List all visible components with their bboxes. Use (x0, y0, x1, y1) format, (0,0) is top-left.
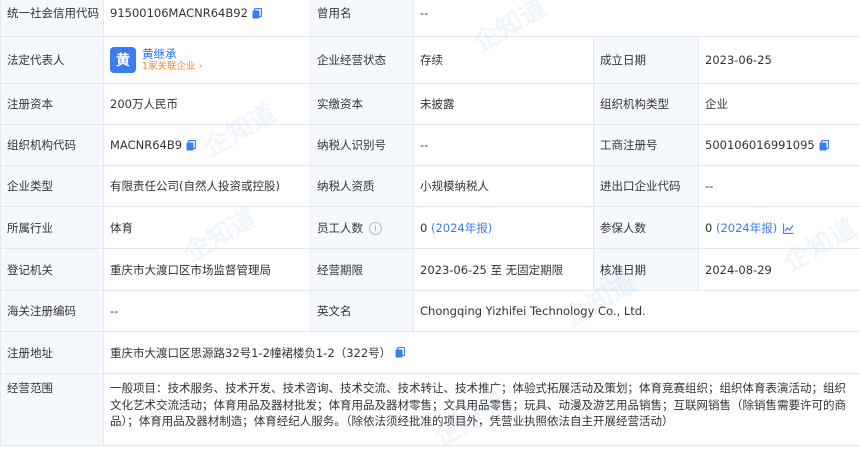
value-business-scope: 一般项目：技术服务、技术开发、技术咨询、技术交流、技术转让、技术推广；体验式拓展… (110, 380, 860, 430)
value-operating-status: 存续 (414, 37, 594, 84)
label-taxpayer-id: 纳税人识别号 (311, 125, 414, 166)
label-employee-count: 员工人数 (317, 221, 363, 235)
label-business-scope: 经营范围 (1, 374, 104, 446)
value-registration-authority: 重庆市大渡口区市场监督管理局 (104, 249, 311, 291)
value-org-type: 企业 (699, 84, 860, 125)
info-row: 注册地址 重庆市大渡口区思源路32号1-2幢裙楼负1-2（322号） (1, 332, 860, 374)
value-business-reg-no: 500106016991095 (705, 138, 815, 152)
label-company-type: 企业类型 (1, 166, 104, 207)
label-legal-rep: 法定代表人 (1, 37, 104, 84)
label-org-type: 组织机构类型 (594, 84, 699, 125)
label-former-name: 曾用名 (311, 0, 414, 37)
label-operating-status: 企业经营状态 (311, 37, 414, 84)
value-insured-count-cell: 0 (2024年报) (699, 207, 860, 249)
value-business-term: 2023-06-25 至 无固定期限 (414, 249, 594, 291)
value-customs-code: -- (104, 291, 311, 332)
value-paid-capital: 未披露 (414, 84, 594, 125)
value-employee-count-cell: 0 (2024年报) (414, 207, 594, 249)
label-approval-date: 核准日期 (594, 249, 699, 291)
value-taxpayer-qualification: 小规模纳税人 (414, 166, 594, 207)
label-customs-code: 海关注册编码 (1, 291, 104, 332)
value-employee-count: 0 (420, 221, 427, 235)
value-industry: 体育 (104, 207, 311, 249)
copy-icon[interactable] (186, 140, 196, 152)
trend-chart-icon[interactable] (783, 221, 794, 235)
value-registered-address: 重庆市大渡口区思源路32号1-2幢裙楼负1-2（322号） (110, 346, 391, 360)
info-row: 法定代表人 黄 黄继承 1家关联企业 › 企业经营状态 存续 成立日期 2023… (1, 37, 860, 84)
label-english-name: 英文名 (311, 291, 414, 332)
label-credit-code: 统一社会信用代码 (1, 0, 104, 37)
value-insured-count: 0 (705, 221, 712, 235)
label-registered-address: 注册地址 (1, 332, 104, 374)
info-row: 经营范围 一般项目：技术服务、技术开发、技术咨询、技术交流、技术转让、技术推广；… (1, 374, 860, 446)
label-import-export-code: 进出口企业代码 (594, 166, 699, 207)
copy-icon[interactable] (395, 347, 405, 359)
value-approval-date: 2024-08-29 (699, 249, 860, 291)
label-insured-count: 参保人数 (594, 207, 699, 249)
label-registered-capital: 注册资本 (1, 84, 104, 125)
value-taxpayer-id: -- (414, 125, 594, 166)
value-import-export-code: -- (699, 166, 860, 207)
value-company-type: 有限责任公司(自然人投资或控股) (104, 166, 311, 207)
label-business-reg-no: 工商注册号 (594, 125, 699, 166)
value-business-reg-no-cell: 500106016991095 (699, 125, 860, 166)
label-business-term: 经营期限 (311, 249, 414, 291)
value-credit-code: 91500106MACNR64B92 (110, 6, 248, 20)
value-legal-rep-cell: 黄 黄继承 1家关联企业 › (104, 37, 311, 84)
insured-report-year-link[interactable]: (2024年报) (716, 221, 777, 235)
label-paid-capital: 实缴资本 (311, 84, 414, 125)
value-business-scope-cell: 一般项目：技术服务、技术开发、技术咨询、技术交流、技术转让、技术推广；体验式拓展… (104, 374, 860, 446)
label-org-code: 组织机构代码 (1, 125, 104, 166)
avatar[interactable]: 黄 (110, 47, 136, 73)
value-former-name: -- (414, 0, 860, 37)
value-credit-code-cell: 91500106MACNR64B92 (104, 0, 311, 37)
value-registered-capital: 200万人民币 (104, 84, 311, 125)
related-companies-link[interactable]: 1家关联企业 › (142, 61, 202, 73)
value-english-name: Chongqing Yizhifei Technology Co., Ltd. (414, 291, 860, 332)
legal-rep-name-link[interactable]: 黄继承 (142, 47, 202, 61)
value-registered-address-cell: 重庆市大渡口区思源路32号1-2幢裙楼负1-2（322号） (104, 332, 860, 374)
help-circle-icon[interactable]: i (369, 222, 382, 235)
value-org-code-cell: MACNR64B9 (104, 125, 311, 166)
info-row: 海关注册编码 -- 英文名 Chongqing Yizhifei Technol… (1, 291, 860, 332)
value-org-code: MACNR64B9 (110, 138, 182, 152)
info-row: 企业类型 有限责任公司(自然人投资或控股) 纳税人资质 小规模纳税人 进出口企业… (1, 166, 860, 207)
value-founded-date: 2023-06-25 (699, 37, 860, 84)
label-employee-count-cell: 员工人数 i (311, 207, 414, 249)
info-row: 组织机构代码 MACNR64B9 纳税人识别号 -- 工商注册号 5001060… (1, 125, 860, 166)
info-row: 注册资本 200万人民币 实缴资本 未披露 组织机构类型 企业 (1, 84, 860, 125)
label-industry: 所属行业 (1, 207, 104, 249)
company-info-table: 统一社会信用代码 91500106MACNR64B92 曾用名 -- 法定代表人… (0, 0, 860, 446)
label-taxpayer-qualification: 纳税人资质 (311, 166, 414, 207)
label-registration-authority: 登记机关 (1, 249, 104, 291)
copy-icon[interactable] (252, 8, 262, 20)
copy-icon[interactable] (819, 140, 829, 152)
info-row: 所属行业 体育 员工人数 i 0 (2024年报) 参保人数 0 (2024年报) (1, 207, 860, 249)
label-founded-date: 成立日期 (594, 37, 699, 84)
info-row: 登记机关 重庆市大渡口区市场监督管理局 经营期限 2023-06-25 至 无固… (1, 249, 860, 291)
employee-report-year-link[interactable]: (2024年报) (431, 221, 492, 235)
info-row: 统一社会信用代码 91500106MACNR64B92 曾用名 -- (1, 0, 860, 37)
